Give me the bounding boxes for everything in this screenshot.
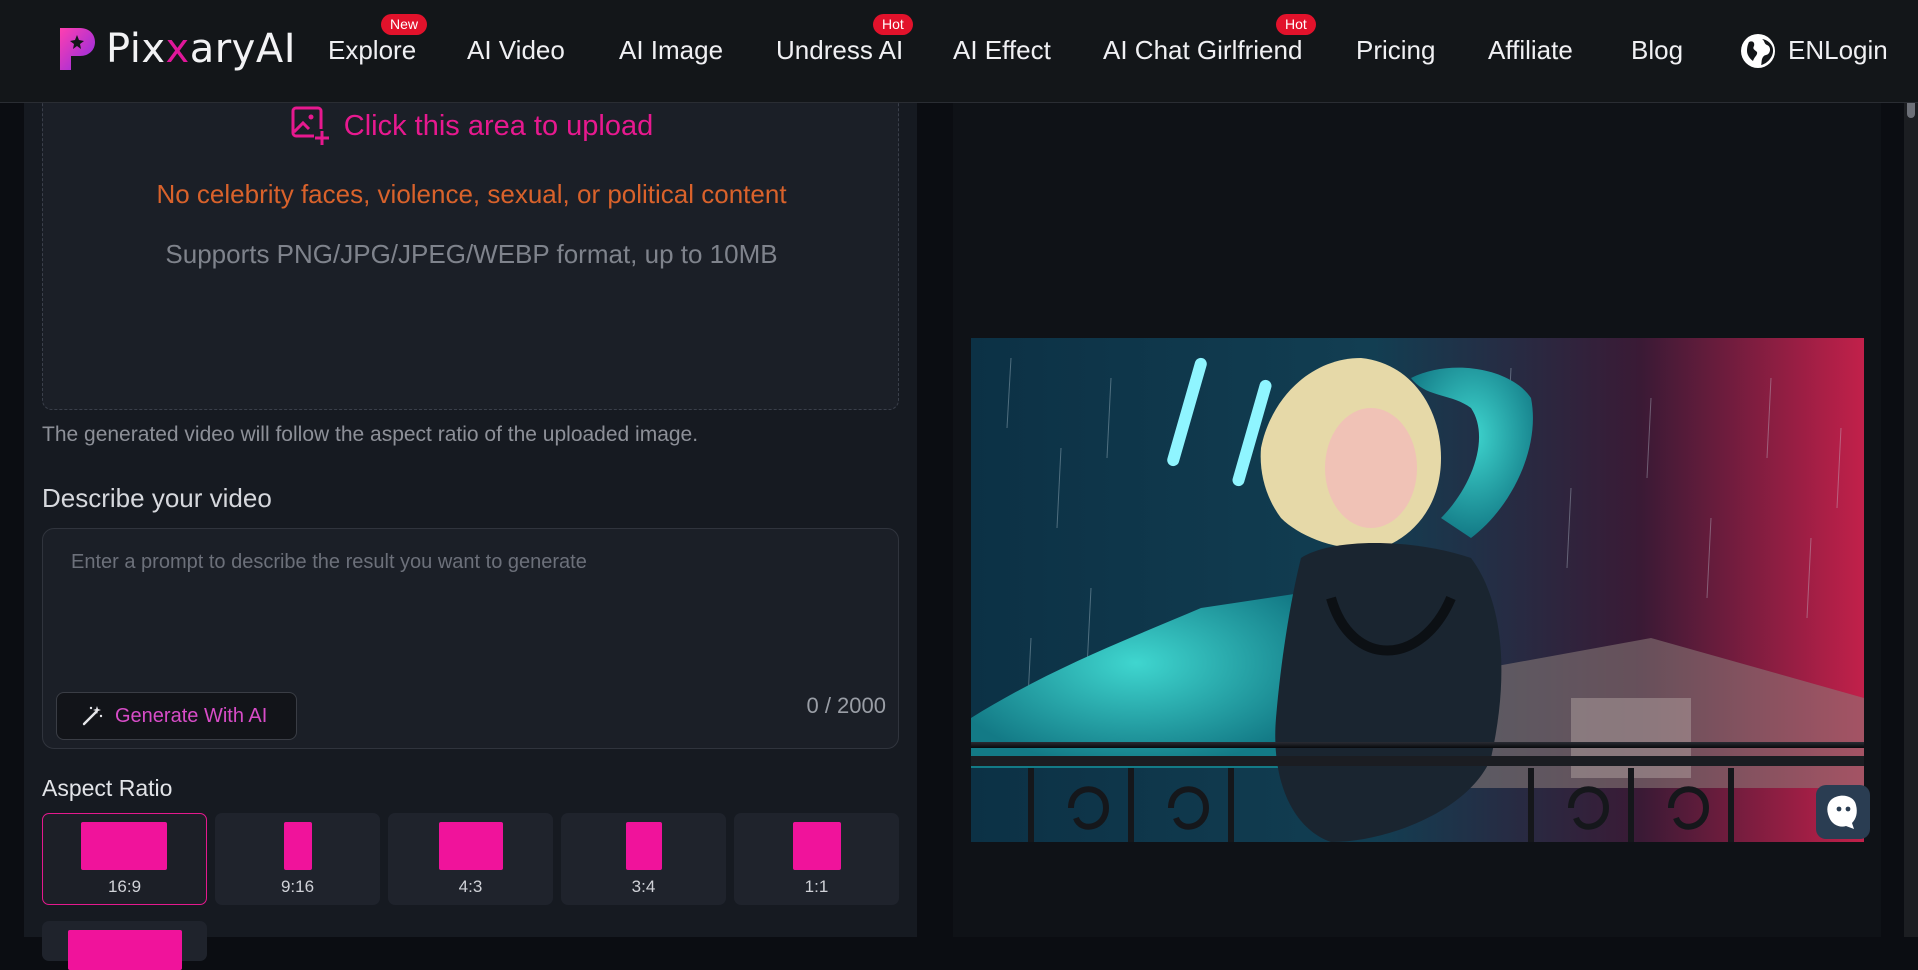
main-nav: Explore New AI Video AI Image Undress AI… bbox=[0, 0, 1918, 103]
ratio-option-1-1[interactable]: 1:1 bbox=[734, 813, 899, 905]
image-upload-icon bbox=[291, 106, 330, 147]
nav-ai-video[interactable]: AI Video bbox=[467, 35, 565, 66]
prompt-label: Describe your video bbox=[42, 483, 272, 513]
ratio-option-9-16[interactable]: 9:16 bbox=[215, 813, 380, 905]
content-warning: No celebrity faces, violence, sexual, or… bbox=[156, 179, 787, 209]
generate-with-ai-label: Generate With AI bbox=[115, 704, 268, 727]
ratio-shape-icon bbox=[626, 822, 662, 870]
result-preview-panel bbox=[953, 103, 1881, 937]
ratio-option-label: 9:16 bbox=[280, 877, 315, 896]
prompt-input[interactable] bbox=[71, 551, 851, 651]
ratio-option-label: 4:3 bbox=[458, 877, 483, 896]
globe-icon[interactable] bbox=[1740, 33, 1776, 69]
nav-pricing[interactable]: Pricing bbox=[1356, 35, 1435, 66]
ratio-shape-icon bbox=[793, 822, 841, 870]
new-badge: New bbox=[381, 14, 428, 35]
ratio-shape-icon bbox=[284, 822, 312, 870]
hot-badge: Hot bbox=[873, 14, 913, 35]
nav-explore[interactable]: Explore bbox=[328, 35, 416, 66]
ratio-option-3-4[interactable]: 3:4 bbox=[561, 813, 726, 905]
aspect-ratio-note: The generated video will follow the aspe… bbox=[42, 423, 699, 446]
chat-support-button[interactable] bbox=[1816, 785, 1870, 839]
nav-ai-image[interactable]: AI Image bbox=[619, 35, 723, 66]
ratio-shape-icon bbox=[81, 822, 167, 870]
ratio-option-label: 3:4 bbox=[631, 877, 656, 896]
language-login[interactable]: ENLogin bbox=[1788, 35, 1888, 66]
prompt-box: Generate With AI 0 / 2000 bbox=[42, 528, 899, 749]
ratio-option-more[interactable] bbox=[42, 921, 207, 970]
page-scrollbar[interactable] bbox=[1904, 0, 1918, 937]
nav-affiliate[interactable]: Affiliate bbox=[1488, 35, 1573, 66]
chat-support-icon bbox=[1827, 795, 1857, 829]
ratio-option-4-3[interactable]: 4:3 bbox=[388, 813, 553, 905]
nav-undress-ai[interactable]: Undress AI bbox=[776, 35, 903, 66]
example-preview-image bbox=[971, 338, 1864, 842]
ratio-shape-icon bbox=[68, 930, 182, 970]
aspect-ratio-label: Aspect Ratio bbox=[42, 775, 173, 801]
ratio-option-label: 16:9 bbox=[107, 877, 142, 896]
upload-cta-text[interactable]: Click this area to upload bbox=[344, 110, 654, 143]
hot-badge: Hot bbox=[1276, 14, 1316, 35]
character-counter: 0 / 2000 bbox=[806, 693, 886, 718]
supported-formats: Supports PNG/JPG/JPEG/WEBP format, up to… bbox=[165, 239, 778, 269]
login-link[interactable]: Login bbox=[1824, 35, 1888, 65]
ratio-option-16-9[interactable]: 16:9 bbox=[42, 813, 207, 905]
nav-ai-chat-girlfriend[interactable]: AI Chat Girlfriend bbox=[1103, 35, 1302, 66]
upload-cta-row: Click this area to upload bbox=[43, 105, 900, 147]
language-selector[interactable]: EN bbox=[1788, 35, 1824, 65]
generate-with-ai-button[interactable]: Generate With AI bbox=[56, 692, 297, 740]
nav-blog[interactable]: Blog bbox=[1631, 35, 1683, 66]
generator-form-panel: Click this area to upload No celebrity f… bbox=[24, 101, 917, 970]
ratio-shape-icon bbox=[439, 822, 503, 870]
image-upload-dropzone[interactable]: Click this area to upload No celebrity f… bbox=[42, 101, 899, 410]
nav-ai-effect[interactable]: AI Effect bbox=[953, 35, 1051, 66]
magic-wand-icon bbox=[82, 706, 103, 726]
top-navigation-bar: PixxaryAI Explore New AI Video AI Image … bbox=[0, 0, 1918, 103]
preview-scene bbox=[971, 338, 1864, 842]
ratio-option-label: 1:1 bbox=[804, 877, 829, 896]
